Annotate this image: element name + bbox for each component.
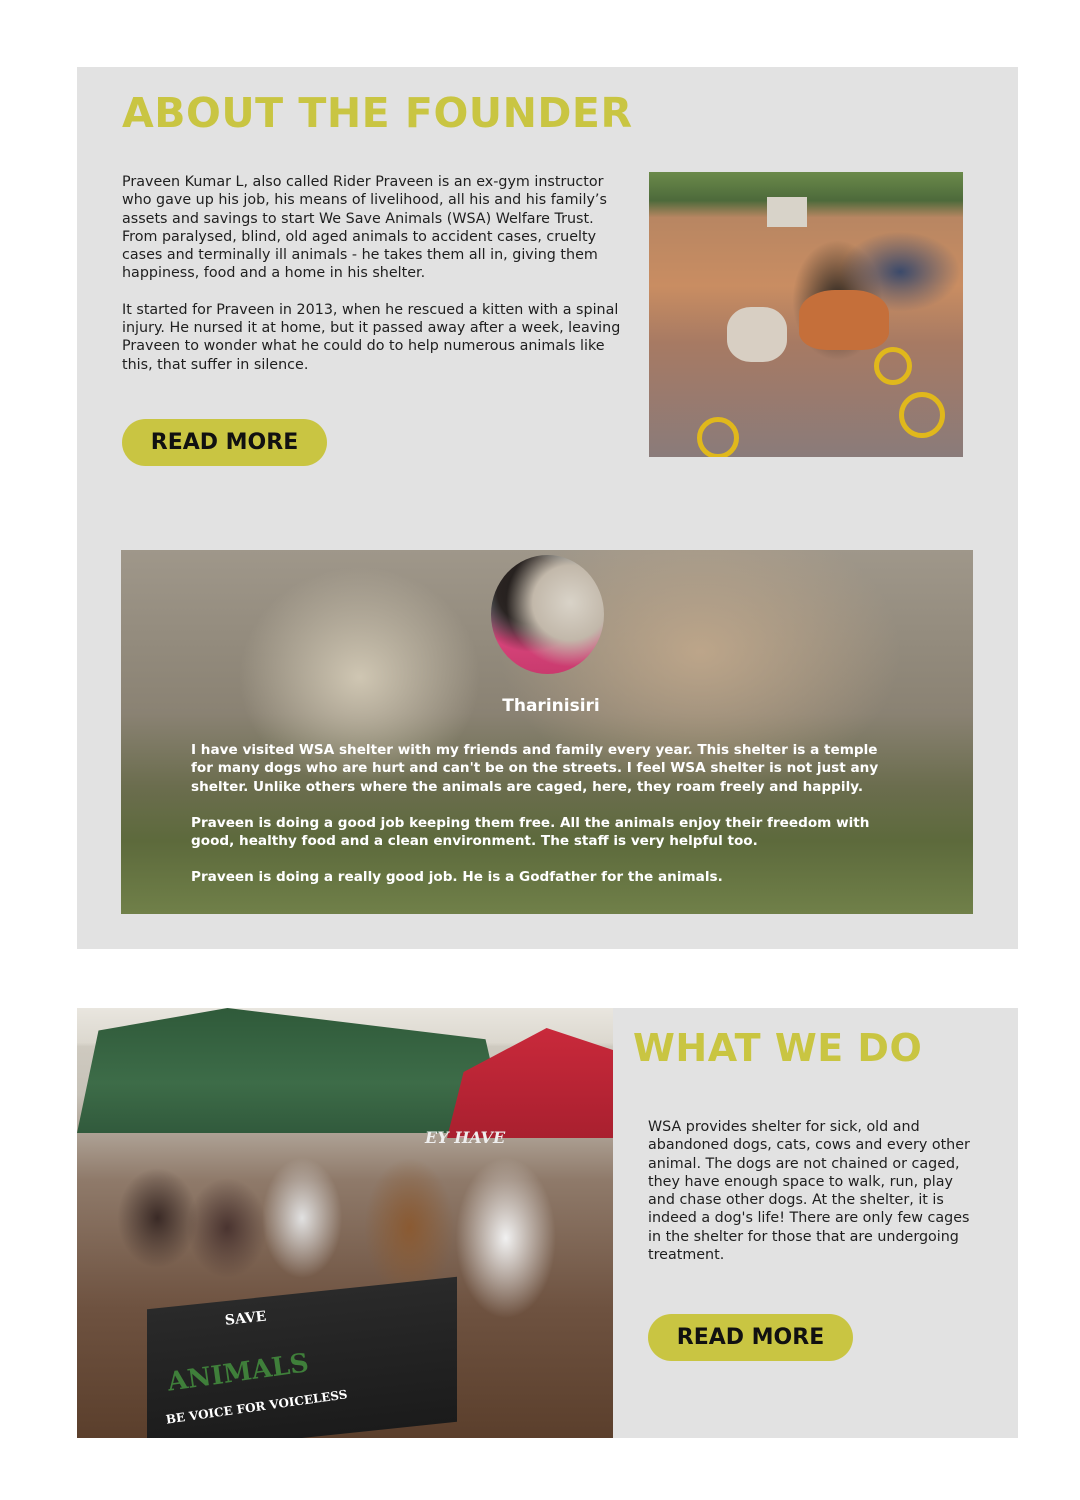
green-canopy [77, 1008, 507, 1133]
reviewer-name: Tharinisiri [502, 696, 600, 716]
what-we-do-section: WHAT WE DO WSA provides shelter for sick… [613, 1008, 1018, 1438]
testimonial-text: I have visited WSA shelter with my frien… [191, 741, 891, 905]
founder-description: Praveen Kumar L, also called Rider Prave… [122, 173, 627, 392]
testimonial-paragraph: Praveen is doing a really good job. He i… [191, 869, 723, 886]
about-founder-section: ABOUT THE FOUNDER Praveen Kumar L, also … [77, 67, 1018, 949]
shelter-kennel [767, 197, 807, 227]
founder-paragraph: Praveen Kumar L, also called Rider Prave… [122, 174, 607, 282]
dog-figure [727, 307, 787, 362]
founder-read-more-button[interactable]: READ MORE [122, 419, 327, 466]
founder-paragraph: It started for Praveen in 2013, when he … [122, 301, 621, 373]
founder-with-dogs-photo [649, 172, 963, 457]
what-we-do-read-more-button[interactable]: READ MORE [648, 1314, 853, 1361]
awareness-stall-photo: EY HAVE SAVE ANIMALS BE VOICE FOR VOICEL… [77, 1008, 613, 1438]
banner-save-text: SAVE [224, 1309, 267, 1329]
reviewer-avatar [491, 555, 604, 674]
tent-sign-text: EY HAVE [425, 1128, 506, 1147]
testimonial-paragraph: I have visited WSA shelter with my frien… [191, 742, 879, 795]
what-we-do-heading: WHAT WE DO [633, 1026, 923, 1070]
dog-wheelchair-wheel [697, 417, 739, 457]
dog-wheelchair-wheel [874, 347, 912, 385]
about-founder-heading: ABOUT THE FOUNDER [122, 89, 633, 137]
what-we-do-description: WSA provides shelter for sick, old and a… [648, 1119, 970, 1264]
dog-figure [799, 290, 889, 350]
testimonial-paragraph: Praveen is doing a good job keeping them… [191, 814, 870, 850]
dog-wheelchair-wheel [899, 392, 945, 438]
testimonial-card: Tharinisiri I have visited WSA shelter w… [121, 550, 973, 914]
